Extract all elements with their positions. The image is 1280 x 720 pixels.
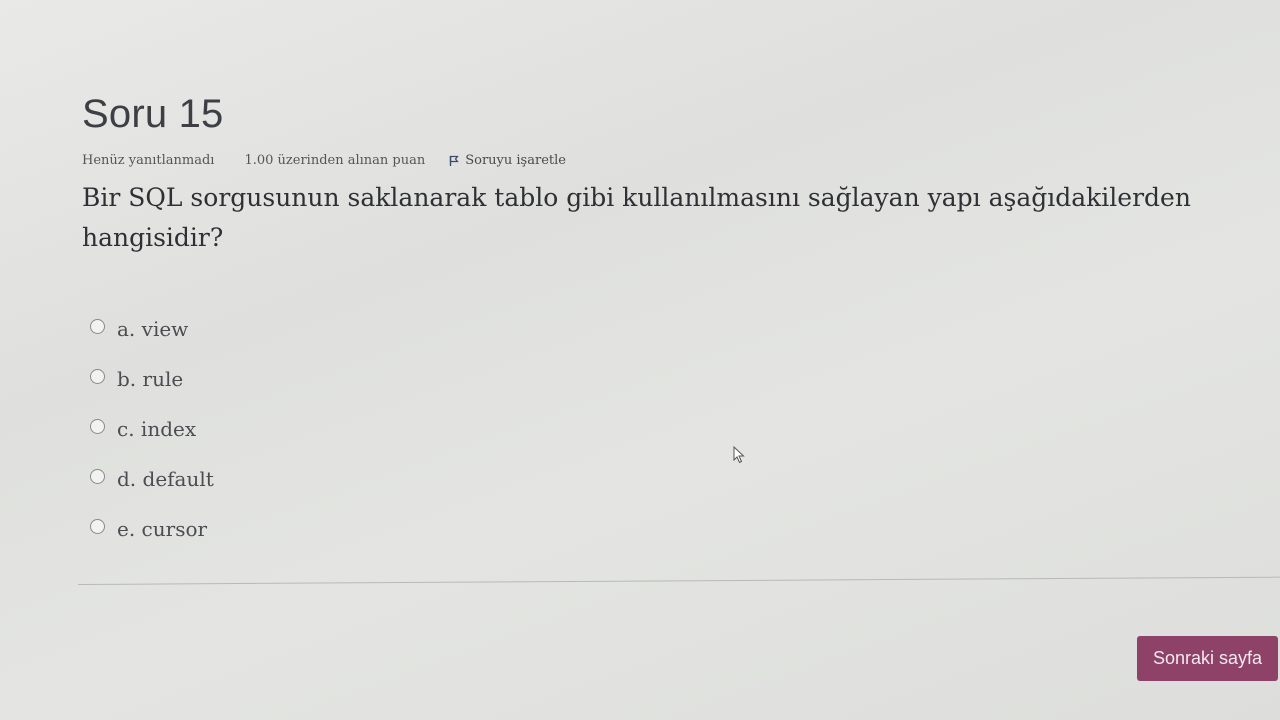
radio-button[interactable] <box>90 368 105 384</box>
radio-button[interactable] <box>90 468 105 484</box>
answer-option-b[interactable]: b. rule <box>90 354 214 404</box>
mouse-cursor-icon <box>733 446 745 464</box>
answer-option-d[interactable]: d. default <box>90 454 214 504</box>
answer-list: a. view b. rule c. index d. default e. c… <box>90 304 214 554</box>
next-page-button[interactable]: Sonraki sayfa <box>1137 636 1278 681</box>
answer-label: b. rule <box>117 367 184 391</box>
answer-option-e[interactable]: e. cursor <box>90 504 214 554</box>
radio-button[interactable] <box>90 318 105 334</box>
question-grade: 1.00 üzerinden alınan puan <box>244 153 426 168</box>
answer-label: c. index <box>117 417 197 441</box>
radio-button[interactable] <box>90 418 105 434</box>
question-state: Henüz yanıtlanmadı <box>82 153 215 168</box>
question-info: Henüz yanıtlanmadı 1.00 üzerinden alınan… <box>82 153 566 168</box>
section-divider <box>77 576 1280 585</box>
question-text: Bir SQL sorgusunun saklanarak tablo gibi… <box>82 183 1191 252</box>
flag-question-link[interactable]: Soruyu işaretle <box>449 153 566 168</box>
radio-button[interactable] <box>90 518 105 534</box>
flag-icon <box>450 155 459 166</box>
answer-label: a. view <box>117 317 189 341</box>
answer-label: e. cursor <box>117 517 208 541</box>
answer-label: d. default <box>117 467 214 491</box>
flag-question-label: Soruyu işaretle <box>465 153 566 168</box>
answer-option-c[interactable]: c. index <box>90 404 214 454</box>
question-title: Soru 15 <box>82 92 224 136</box>
answer-option-a[interactable]: a. view <box>90 304 214 354</box>
